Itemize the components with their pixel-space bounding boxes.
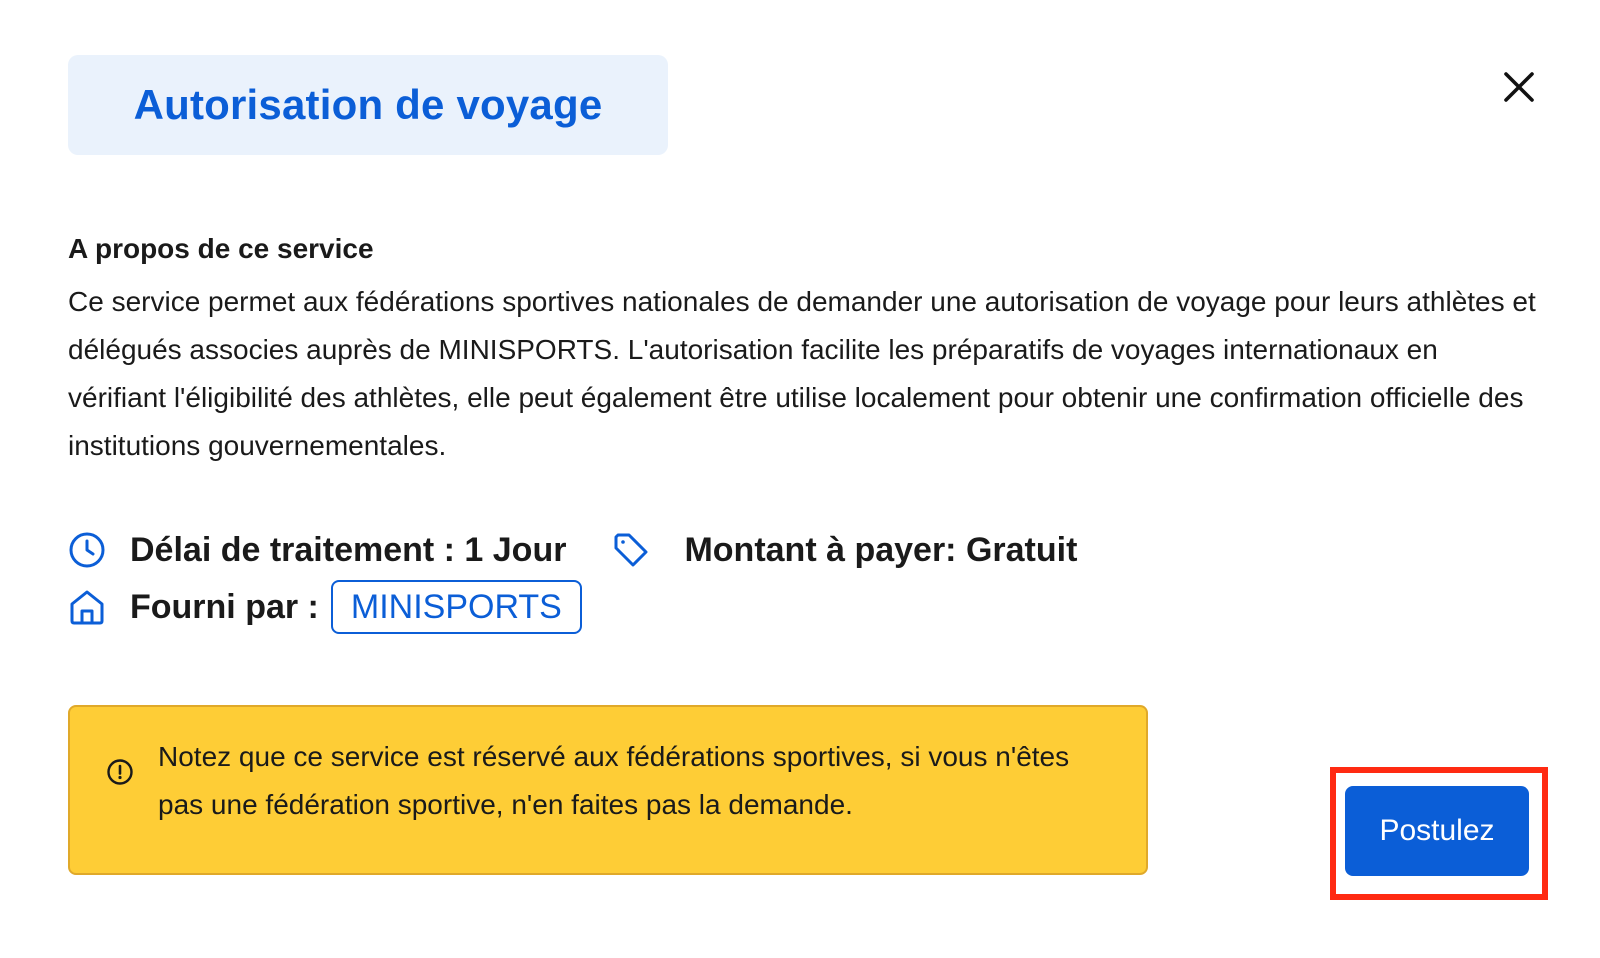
- close-icon: [1496, 64, 1542, 110]
- apply-button[interactable]: Postulez: [1345, 786, 1529, 876]
- close-button[interactable]: [1496, 64, 1542, 110]
- processing-time: Délai de traitement : 1 Jour: [130, 530, 567, 569]
- modal-title-box: Autorisation de voyage: [68, 55, 668, 155]
- notice-text: Notez que ce service est réservé aux féd…: [158, 741, 1070, 820]
- amount-to-pay: Montant à payer: Gratuit: [684, 530, 1078, 569]
- clock-icon: [68, 531, 106, 569]
- details-row-provider: Fourni par : MINISPORTS: [68, 580, 582, 634]
- provided-by-label: Fourni par :: [130, 587, 319, 626]
- eligibility-notice: Notez que ce service est réservé aux féd…: [68, 705, 1148, 875]
- tag-icon: [612, 531, 650, 569]
- about-description: Ce service permet aux fédérations sporti…: [68, 286, 1536, 461]
- details-row-processing: Délai de traitement : 1 Jour Montant à p…: [68, 527, 1077, 573]
- modal-title: Autorisation de voyage: [133, 81, 603, 128]
- provider-badge[interactable]: MINISPORTS: [330, 580, 582, 634]
- home-icon: [68, 588, 106, 626]
- info-circle-icon: [106, 758, 134, 786]
- about-heading: A propos de ce service: [68, 233, 374, 264]
